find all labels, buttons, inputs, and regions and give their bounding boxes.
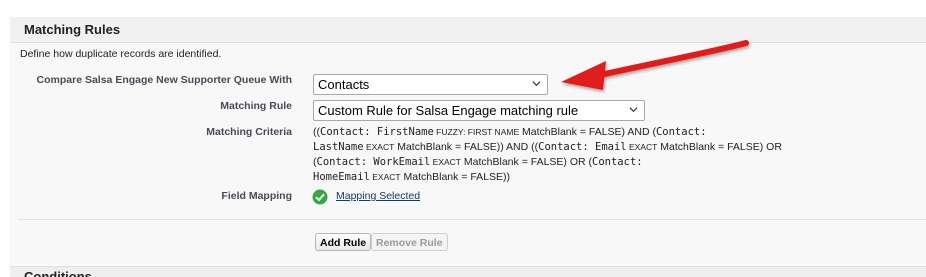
criteria-field: Contact: (592, 156, 643, 168)
criteria-field: Contact: Email (538, 141, 627, 153)
remove-rule-button[interactable]: Remove Rule (371, 233, 448, 251)
top-strip (0, 0, 926, 17)
criteria-method: EXACT (369, 172, 401, 182)
matching-criteria-text: ((Contact: FirstName FUZZY: FIRST NAME M… (313, 125, 833, 185)
criteria-method: EXACT (363, 142, 395, 152)
section-header (10, 17, 926, 43)
next-section-title: Conditions (24, 270, 92, 277)
criteria-part: MatchBlank = FALSE)) AND (( (394, 141, 539, 153)
section-description: Define how duplicate records are identif… (20, 48, 222, 60)
criteria-part: (( (313, 126, 320, 138)
green-check-icon (312, 189, 328, 205)
compare-select-value: Contacts (318, 77, 370, 92)
next-section-header (10, 266, 926, 277)
section-title: Matching Rules (24, 22, 121, 37)
matching-rule-select[interactable]: Custom Rule for Salsa Engage matching ru… (313, 100, 645, 121)
criteria-field: HomeEmail (313, 171, 370, 183)
criteria-part: MatchBlank = FALSE) OR (657, 141, 782, 153)
field-mapping-label: Field Mapping (221, 190, 292, 202)
criteria-field: Contact: WorkEmail (316, 156, 431, 168)
criteria-part: MatchBlank = FALSE)) (400, 171, 511, 183)
criteria-field: LastName (313, 141, 364, 153)
criteria-part: MatchBlank = FALSE) AND ( (519, 126, 656, 138)
compare-label: Compare Salsa Engage New Supporter Queue… (36, 74, 292, 86)
chevron-down-icon (532, 81, 541, 87)
criteria-method: EXACT (430, 157, 461, 167)
add-rule-button[interactable]: Add Rule (315, 233, 372, 251)
compare-select[interactable]: Contacts (313, 74, 548, 95)
divider (18, 219, 926, 220)
matching-rule-select-value: Custom Rule for Salsa Engage matching ru… (318, 103, 579, 118)
matching-criteria-label: Matching Criteria (206, 126, 292, 138)
criteria-field: Contact: (655, 126, 707, 138)
chevron-down-icon (629, 107, 638, 113)
criteria-field: Contact: FirstName (320, 126, 434, 138)
matching-rule-label: Matching Rule (220, 100, 292, 112)
mapping-selected-link[interactable]: Mapping Selected (336, 190, 420, 202)
criteria-part: MatchBlank = FALSE) OR ( (461, 156, 593, 168)
criteria-method: FUZZY: FIRST NAME (433, 127, 520, 137)
criteria-method: EXACT (626, 142, 658, 152)
